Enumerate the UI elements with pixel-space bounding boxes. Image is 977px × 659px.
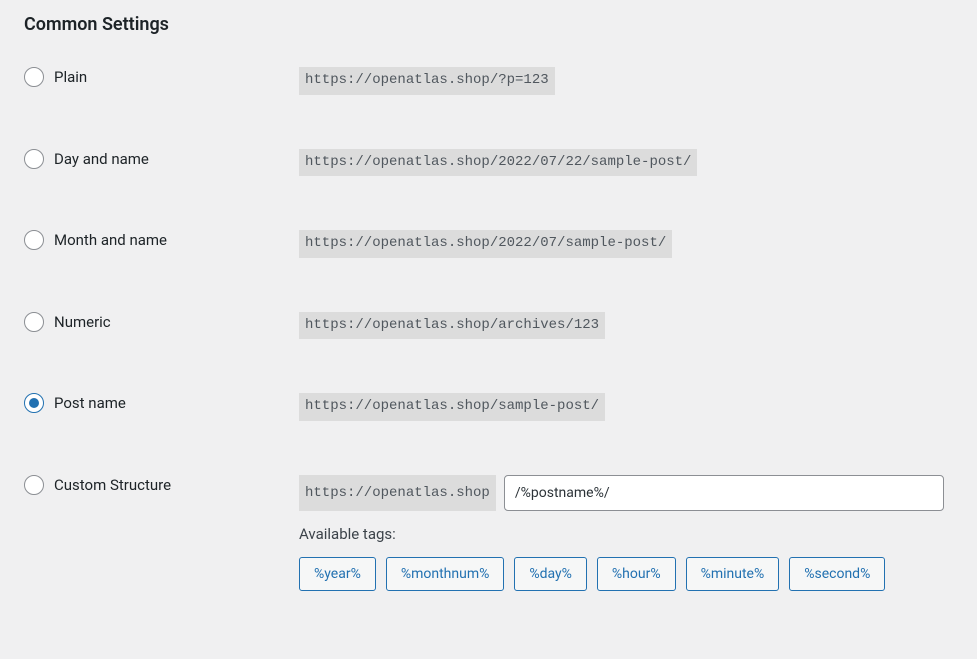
tag-second-button[interactable]: %second% (789, 557, 885, 591)
radio-post-name[interactable] (24, 393, 44, 413)
permalink-option-month-name: Month and name https://openatlas.shop/20… (24, 230, 953, 258)
radio-label-day-name[interactable]: Day and name (54, 150, 149, 168)
sample-plain: https://openatlas.shop/?p=123 (299, 67, 555, 95)
tag-day-button[interactable]: %day% (514, 557, 587, 591)
radio-numeric[interactable] (24, 312, 44, 332)
sample-day-name: https://openatlas.shop/2022/07/22/sample… (299, 149, 697, 177)
radio-month-name[interactable] (24, 230, 44, 250)
tag-monthnum-button[interactable]: %monthnum% (386, 557, 505, 591)
sample-numeric: https://openatlas.shop/archives/123 (299, 312, 605, 340)
radio-label-numeric[interactable]: Numeric (54, 313, 111, 331)
section-heading: Common Settings (24, 14, 953, 35)
tag-minute-button[interactable]: %minute% (686, 557, 780, 591)
sample-post-name: https://openatlas.shop/sample-post/ (299, 393, 605, 421)
permalink-option-custom: Custom Structure https://openatlas.shop … (24, 475, 953, 591)
permalink-option-plain: Plain https://openatlas.shop/?p=123 (24, 67, 953, 95)
sample-month-name: https://openatlas.shop/2022/07/sample-po… (299, 230, 672, 258)
available-tags: %year% %monthnum% %day% %hour% %minute% … (299, 557, 953, 591)
radio-day-name[interactable] (24, 149, 44, 169)
permalink-structure-input[interactable] (504, 475, 944, 511)
radio-label-post-name[interactable]: Post name (54, 394, 126, 412)
custom-prefix: https://openatlas.shop (299, 475, 496, 511)
tag-year-button[interactable]: %year% (299, 557, 376, 591)
permalink-option-numeric: Numeric https://openatlas.shop/archives/… (24, 312, 953, 340)
radio-label-month-name[interactable]: Month and name (54, 231, 167, 249)
radio-label-custom[interactable]: Custom Structure (54, 476, 171, 494)
tag-hour-button[interactable]: %hour% (597, 557, 676, 591)
permalink-option-day-name: Day and name https://openatlas.shop/2022… (24, 149, 953, 177)
available-tags-label: Available tags: (299, 525, 953, 543)
radio-custom[interactable] (24, 475, 44, 495)
radio-label-plain[interactable]: Plain (54, 68, 87, 86)
permalink-option-post-name: Post name https://openatlas.shop/sample-… (24, 393, 953, 421)
radio-plain[interactable] (24, 67, 44, 87)
